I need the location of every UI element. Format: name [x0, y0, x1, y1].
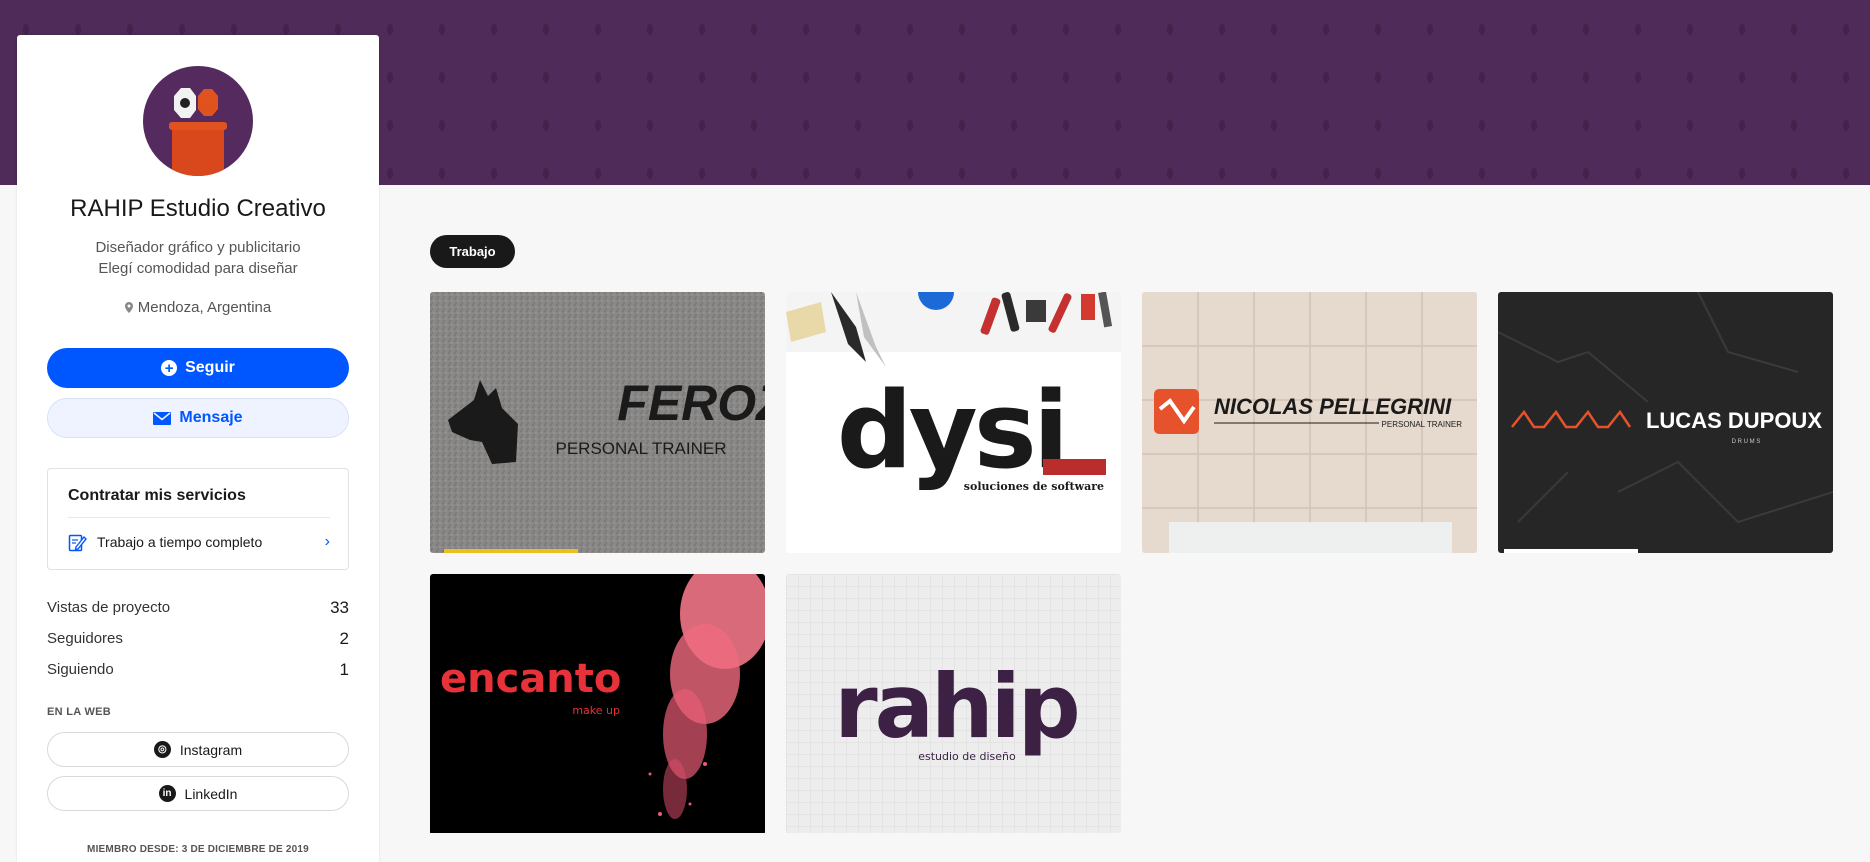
stat-value: 1: [339, 659, 349, 679]
stat-project-views: Vistas de proyecto 33: [47, 592, 349, 623]
project-brand: NICOLAS PELLEGRINI: [1214, 394, 1452, 419]
project-brand: rahip: [834, 655, 1078, 758]
hire-item-label: Trabajo a tiempo completo: [97, 534, 263, 550]
hire-panel: Contratar mis servicios Trabajo a tiempo…: [47, 468, 349, 570]
hire-title: Contratar mis servicios: [68, 487, 246, 504]
profile-stats: Vistas de proyecto 33 Seguidores 2 Sigui…: [47, 592, 349, 685]
tab-trabajo[interactable]: Trabajo: [430, 235, 515, 268]
edit-document-icon: [68, 534, 87, 551]
chevron-right-icon: ›: [324, 533, 330, 550]
stat-value: 2: [339, 628, 349, 648]
project-tagline: soluciones de software: [964, 480, 1104, 493]
project-card-encanto[interactable]: encanto make up: [430, 574, 765, 835]
stat-label: Siguiendo: [47, 661, 114, 678]
project-tagline: PERSONAL TRAINER: [556, 439, 727, 458]
profile-location: Mendoza, Argentina: [17, 299, 379, 316]
web-section-title: EN LA WEB: [47, 706, 112, 718]
project-tagline: estudio de diseño: [918, 750, 1016, 763]
project-card-lucas-dupoux[interactable]: LUCAS DUPOUX D R U M S: [1498, 292, 1833, 553]
location-pin-icon: [124, 302, 133, 313]
instagram-icon: ◎: [153, 741, 171, 758]
project-brand: encanto: [440, 656, 621, 702]
instagram-label: Instagram: [179, 741, 243, 758]
profile-name: RAHIP Estudio Creativo: [70, 195, 326, 222]
linkedin-link[interactable]: in LinkedIn: [47, 776, 349, 811]
linkedin-label: LinkedIn: [184, 785, 238, 802]
project-thumbnail: FEROZ PERSONAL TRAINER: [430, 292, 765, 553]
stat-followers[interactable]: Seguidores 2: [47, 623, 349, 654]
profile-occupation: Diseñador gráfico y publicitario Elegí c…: [17, 237, 379, 279]
project-tagline: make up: [572, 704, 620, 717]
plus-circle-icon: +: [161, 360, 178, 376]
follow-button[interactable]: + Seguir: [47, 348, 349, 388]
linkedin-icon: in: [158, 785, 176, 802]
project-card-feroz[interactable]: FEROZ PERSONAL TRAINER: [430, 292, 765, 553]
location-text: Mendoza, Argentina: [137, 299, 272, 316]
project-thumbnail: NICOLAS PELLEGRINI PERSONAL TRAINER: [1142, 292, 1477, 553]
stat-label: Vistas de proyecto: [47, 599, 171, 616]
project-thumbnail: encanto make up: [430, 574, 765, 833]
project-tagline: PERSONAL TRAINER: [1382, 420, 1463, 429]
project-brand: FEROZ: [617, 375, 765, 431]
project-thumbnail: rahip estudio de diseño: [786, 574, 1121, 833]
project-thumbnail: LUCAS DUPOUX D R U M S: [1498, 292, 1833, 553]
stat-value: 33: [330, 597, 349, 617]
stat-label: Seguidores: [47, 630, 123, 647]
avatar: [143, 66, 253, 176]
member-since: MIEMBRO DESDE: 3 DE DICIEMBRE DE 2019: [87, 844, 309, 855]
instagram-link[interactable]: ◎ Instagram: [47, 732, 349, 767]
hire-divider: [68, 517, 330, 518]
project-brand: LUCAS DUPOUX: [1646, 408, 1822, 433]
message-button[interactable]: Mensaje: [47, 398, 349, 438]
occupation-line-1: Diseñador gráfico y publicitario: [95, 239, 301, 256]
stat-following[interactable]: Siguiendo 1: [47, 654, 349, 685]
occupation-line-2: Elegí comodidad para diseñar: [98, 260, 298, 277]
project-card-dysi[interactable]: dysi soluciones de software: [786, 292, 1121, 553]
follow-label: Seguir: [185, 359, 235, 376]
envelope-icon: [153, 411, 172, 425]
project-thumbnail: dysi soluciones de software: [786, 292, 1121, 553]
project-tagline: D R U M S: [1732, 439, 1761, 445]
project-card-nicolas-pellegrini[interactable]: NICOLAS PELLEGRINI PERSONAL TRAINER: [1142, 292, 1477, 553]
project-brand: dysi: [837, 369, 1065, 492]
project-card-rahip[interactable]: rahip estudio de diseño: [786, 574, 1121, 835]
profile-sidebar: RAHIP Estudio Creativo Diseñador gráfico…: [17, 35, 379, 862]
message-label: Mensaje: [179, 409, 243, 426]
hire-full-time-item[interactable]: Trabajo a tiempo completo ›: [68, 527, 330, 557]
